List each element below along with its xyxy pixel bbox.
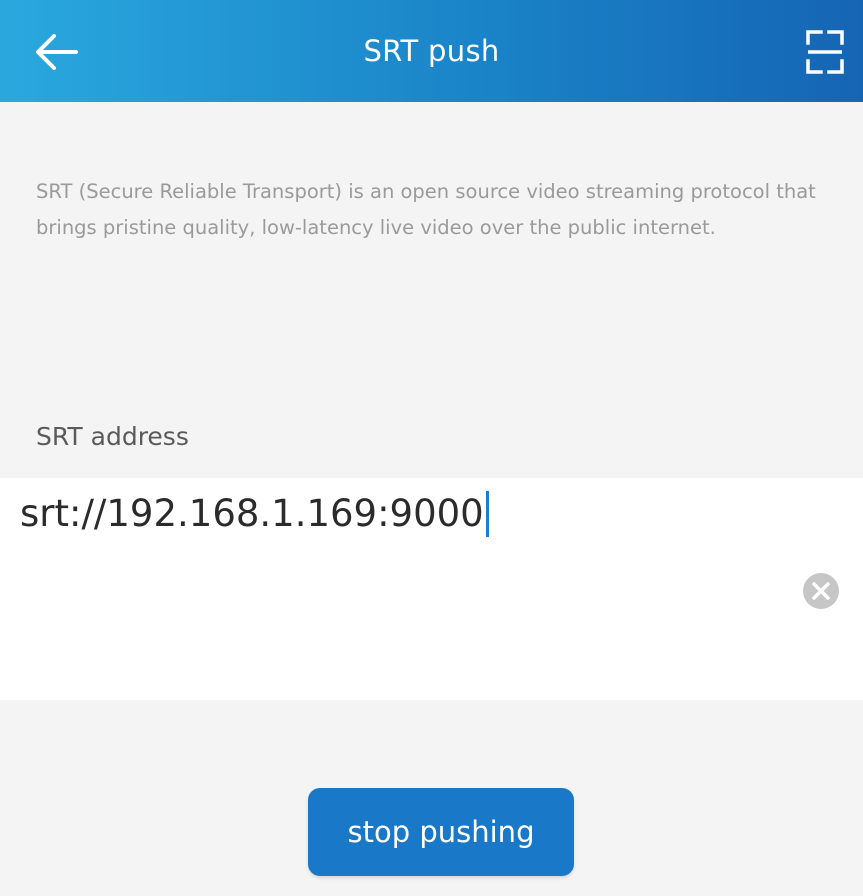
scan-button[interactable] [799,24,851,80]
scan-icon [806,30,844,74]
protocol-description: SRT (Secure Reliable Transport) is an op… [36,180,816,239]
app-header: SRT push [0,0,863,102]
back-button[interactable] [26,26,86,78]
stop-pushing-button[interactable]: stop pushing [308,788,574,876]
page-title: SRT push [363,34,500,68]
srt-address-label: SRT address [36,422,189,451]
address-input-area[interactable]: srt://192.168.1.169:9000 [0,478,863,700]
clear-button[interactable] [800,570,842,612]
text-caret [485,491,489,537]
arrow-left-icon [36,34,78,70]
srt-address-value: srt://192.168.1.169:9000 [20,492,484,535]
clear-icon [803,573,839,609]
srt-address-input[interactable]: srt://192.168.1.169:9000 [20,484,489,544]
